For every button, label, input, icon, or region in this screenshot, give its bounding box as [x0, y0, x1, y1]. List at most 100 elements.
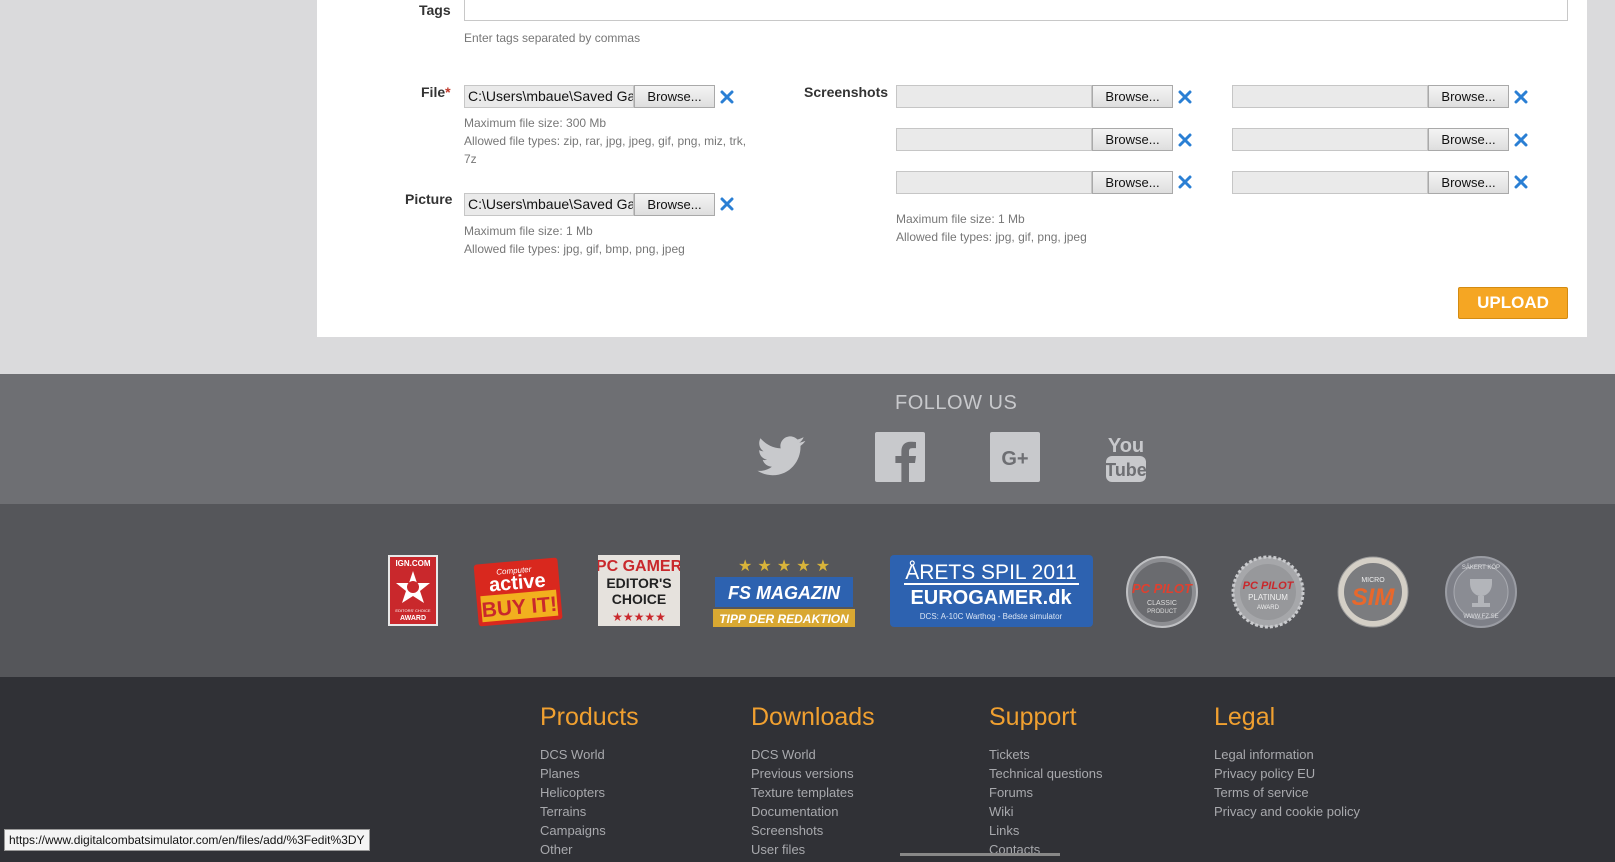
- footer-link[interactable]: DCS World: [751, 745, 875, 764]
- footer-support-title: Support: [989, 703, 1077, 731]
- screenshot-3-input[interactable]: [896, 128, 1092, 151]
- browser-status-url: https://www.digitalcombatsimulator.com/e…: [4, 829, 370, 851]
- google-plus-icon[interactable]: G+: [990, 432, 1040, 482]
- footer-link[interactable]: Screenshots: [751, 821, 875, 840]
- footer-link[interactable]: Legal information: [1214, 745, 1360, 764]
- file-label-text: File: [421, 84, 446, 100]
- svg-text:You: You: [1108, 435, 1144, 457]
- footer-link[interactable]: Wiki: [989, 802, 1102, 821]
- tags-hint: Enter tags separated by commas: [464, 31, 641, 45]
- pcpilot2-line2: PLATINUM: [1248, 593, 1288, 602]
- footer-support-column: Support Tickets Technical questions Foru…: [989, 703, 1102, 859]
- fs-line1: FS MAGAZIN: [728, 583, 841, 603]
- pcpilot1-line1: PC PILOT: [1132, 581, 1193, 596]
- screenshot-4-clear-icon[interactable]: [1514, 133, 1528, 147]
- footer-link[interactable]: Campaigns: [540, 821, 639, 840]
- file-browse-button[interactable]: Browse...: [634, 85, 715, 108]
- footer-link[interactable]: DCS World: [540, 745, 639, 764]
- horizontal-scrollbar[interactable]: [900, 853, 1060, 856]
- footer-link[interactable]: Previous versions: [751, 764, 875, 783]
- screenshot-4-browse-button[interactable]: Browse...: [1428, 128, 1509, 151]
- ign-line3: AWARD: [400, 615, 426, 622]
- fz-award-logo: SÄKERT KÖP WWW.FZ.SE: [1445, 556, 1517, 628]
- file-label: File*: [421, 84, 451, 100]
- screenshot-1-browse-button[interactable]: Browse...: [1092, 85, 1173, 108]
- footer-link[interactable]: Tickets: [989, 745, 1102, 764]
- screenshot-3-browse-button[interactable]: Browse...: [1092, 128, 1173, 151]
- screenshot-5-browse-button[interactable]: Browse...: [1092, 171, 1173, 194]
- picture-label: Picture: [405, 191, 453, 207]
- footer-link[interactable]: Forums: [989, 783, 1102, 802]
- footer-link[interactable]: Helicopters: [540, 783, 639, 802]
- footer-downloads-title: Downloads: [751, 703, 875, 731]
- footer-legal-column: Legal Legal information Privacy policy E…: [1214, 703, 1360, 821]
- svg-text:Tube: Tube: [1105, 460, 1147, 480]
- screenshot-6-browse-button[interactable]: Browse...: [1428, 171, 1509, 194]
- twitter-icon[interactable]: [756, 432, 808, 484]
- euro-line3: DCS: A-10C Warthog - Bedste simulator: [920, 612, 1063, 621]
- pcgamer-line3: CHOICE: [612, 591, 666, 607]
- tags-input[interactable]: [464, 0, 1568, 21]
- ign-award-logo: IGN.COM EDITORS' CHOICE AWARD: [388, 555, 438, 626]
- screenshot-3-clear-icon[interactable]: [1178, 133, 1192, 147]
- upload-form-card: [317, 0, 1587, 337]
- footer-link[interactable]: Texture templates: [751, 783, 875, 802]
- screenshot-6-clear-icon[interactable]: [1514, 175, 1528, 189]
- footer-downloads-column: Downloads DCS World Previous versions Te…: [751, 703, 875, 859]
- footer-link[interactable]: Other: [540, 840, 639, 859]
- computer-active-award-logo: Computer active BUY IT!: [473, 557, 563, 627]
- screenshot-1-input[interactable]: [896, 85, 1092, 108]
- screenshot-1-clear-icon[interactable]: [1178, 90, 1192, 104]
- footer-link[interactable]: Links: [989, 821, 1102, 840]
- footer-link[interactable]: Privacy policy EU: [1214, 764, 1360, 783]
- pcpilot2-line1: PC PILOT: [1243, 580, 1295, 592]
- required-mark: *: [445, 84, 451, 100]
- footer-link[interactable]: Terms of service: [1214, 783, 1360, 802]
- screenshots-label: Screenshots: [804, 84, 889, 100]
- footer-link[interactable]: Planes: [540, 764, 639, 783]
- euro-line1: ÅRETS SPIL 2011: [905, 561, 1077, 584]
- pc-pilot-platinum-award-logo: PC PILOT PLATINUM AWARD: [1231, 555, 1305, 629]
- picture-clear-icon[interactable]: [720, 197, 734, 211]
- footer-link[interactable]: Terrains: [540, 802, 639, 821]
- svg-text:★ ★ ★ ★ ★: ★ ★ ★ ★ ★: [738, 556, 830, 575]
- screenshots-size-hint: Maximum file size: 1 Mb: [896, 212, 1025, 226]
- file-path-input[interactable]: C:\Users\mbaue\Saved Gar: [464, 85, 634, 108]
- picture-path-input[interactable]: C:\Users\mbaue\Saved Gar: [464, 193, 634, 216]
- ign-line1: IGN.COM: [395, 559, 430, 568]
- follow-us-title: FOLLOW US: [895, 392, 1018, 414]
- facebook-icon[interactable]: [875, 432, 925, 482]
- pcpilot1-line2: CLASSIC: [1147, 600, 1177, 607]
- picture-browse-button[interactable]: Browse...: [634, 193, 715, 216]
- pc-gamer-award-logo: PC GAMER EDITOR'S CHOICE ★★★★★: [598, 555, 680, 626]
- footer-link[interactable]: Technical questions: [989, 764, 1102, 783]
- footer-link[interactable]: Privacy and cookie policy: [1214, 802, 1360, 821]
- screenshots-types-hint: Allowed file types: jpg, gif, png, jpeg: [896, 230, 1087, 244]
- footer-link[interactable]: User files: [751, 840, 875, 859]
- pc-pilot-classic-award-logo: PC PILOT CLASSIC PRODUCT: [1126, 556, 1198, 628]
- ign-line2: EDITORS' CHOICE: [395, 608, 430, 613]
- screenshot-4-input[interactable]: [1232, 128, 1428, 151]
- footer-products-title: Products: [540, 703, 639, 731]
- footer-link[interactable]: Documentation: [751, 802, 875, 821]
- follow-us-section: FOLLOW US G+ You Tube: [0, 374, 1615, 504]
- screenshot-2-browse-button[interactable]: Browse...: [1428, 85, 1509, 108]
- upload-button[interactable]: UPLOAD: [1458, 287, 1568, 319]
- screenshot-6-input[interactable]: [1232, 171, 1428, 194]
- file-clear-icon[interactable]: [720, 90, 734, 104]
- screenshot-2-clear-icon[interactable]: [1514, 90, 1528, 104]
- svg-text:G+: G+: [1001, 448, 1028, 470]
- pcpilot1-line3: PRODUCT: [1147, 609, 1177, 615]
- fs-line2: TIPP DER REDAKTION: [719, 612, 849, 626]
- eurogamer-award-logo: ÅRETS SPIL 2011 EUROGAMER.dk DCS: A-10C …: [890, 555, 1093, 627]
- footer-link[interactable]: Contacts: [989, 840, 1102, 859]
- screenshot-5-input[interactable]: [896, 171, 1092, 194]
- footer-products-column: Products DCS World Planes Helicopters Te…: [540, 703, 639, 859]
- screenshot-5-clear-icon[interactable]: [1178, 175, 1192, 189]
- picture-types-hint: Allowed file types: jpg, gif, bmp, png, …: [464, 242, 685, 256]
- microsim-line2: SIM: [1352, 584, 1396, 611]
- fs-magazin-award-logo: ★ ★ ★ ★ ★ FS MAGAZIN TIPP DER REDAKTION: [713, 556, 855, 627]
- screenshot-2-input[interactable]: [1232, 85, 1428, 108]
- youtube-icon[interactable]: You Tube: [1104, 430, 1148, 484]
- tags-label: Tags: [419, 2, 451, 18]
